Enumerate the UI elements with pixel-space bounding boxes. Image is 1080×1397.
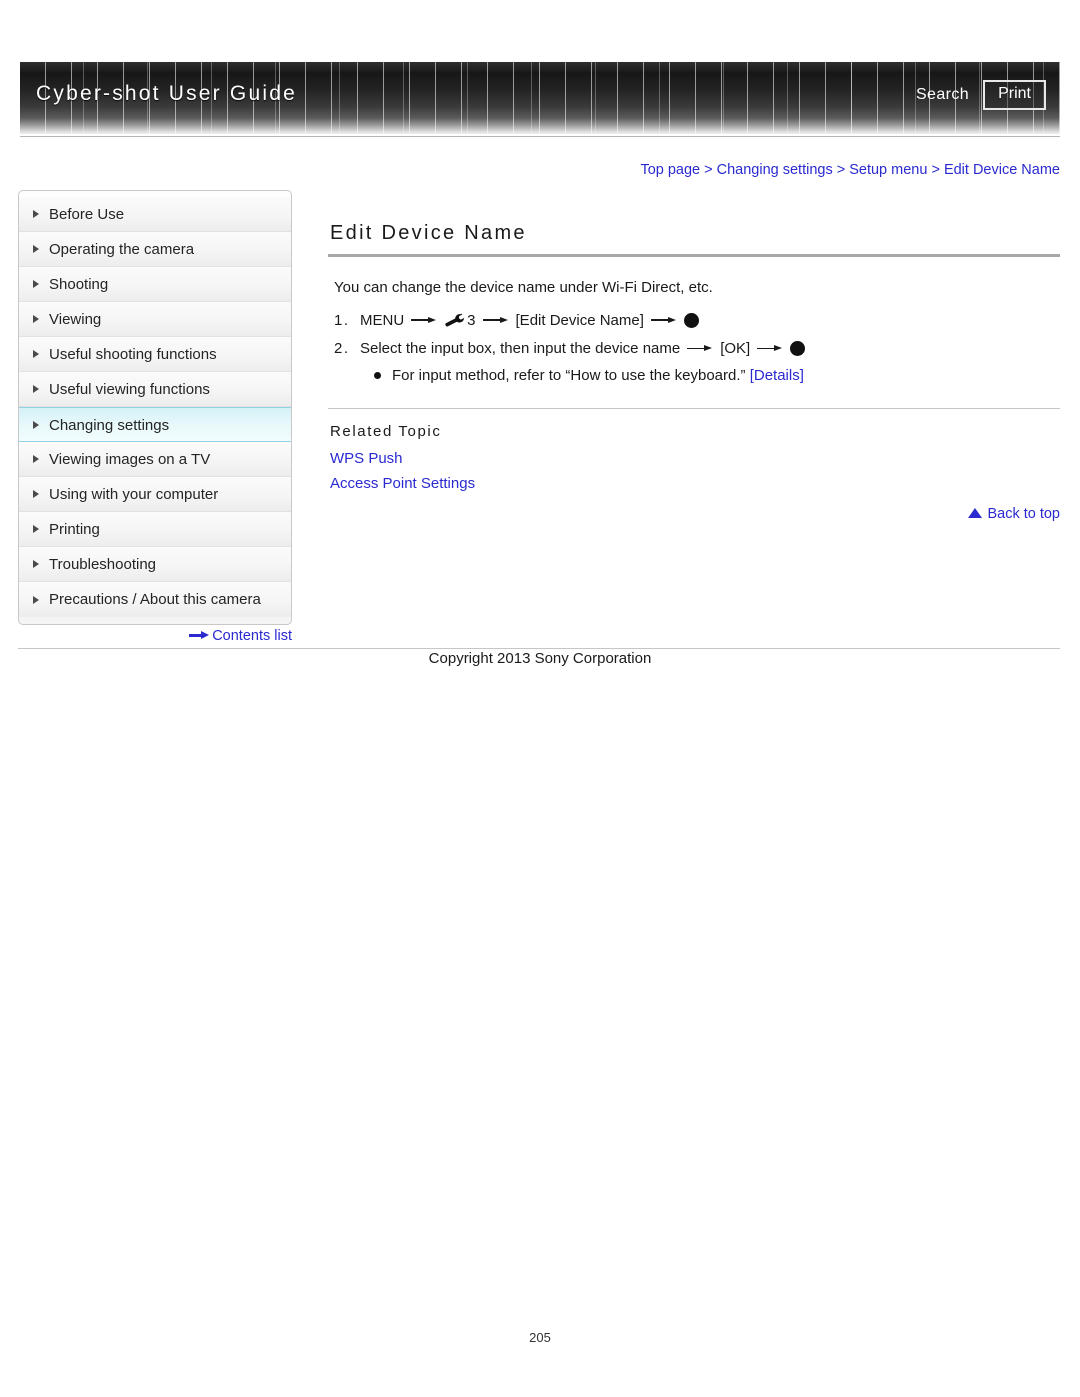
arrow-right-icon — [482, 315, 509, 325]
sidebar-item-troubleshooting[interactable]: Troubleshooting — [19, 547, 291, 582]
header-actions: Search Print — [914, 80, 1046, 110]
chevron-right-icon — [33, 525, 39, 533]
sidebar-item-viewing[interactable]: Viewing — [19, 302, 291, 337]
arrow-right-icon — [687, 344, 713, 354]
intro-text: You can change the device name under Wi-… — [334, 279, 713, 296]
related-link-wps-push[interactable]: WPS Push — [330, 450, 1060, 467]
sidebar-item-viewing-images-on-a-tv[interactable]: Viewing images on a TV — [19, 442, 291, 477]
chevron-right-icon — [33, 280, 39, 288]
contents-list-label: Contents list — [212, 628, 292, 644]
sidebar-item-label: Troubleshooting — [49, 556, 157, 573]
chevron-right-icon — [33, 420, 39, 429]
sidebar-item-printing[interactable]: Printing — [19, 512, 291, 547]
sidebar-item-label: Shooting — [49, 276, 109, 293]
sidebar-item-useful-viewing-functions[interactable]: Useful viewing functions — [19, 372, 291, 407]
center-button-dot-icon — [790, 341, 806, 356]
chevron-right-icon — [33, 490, 39, 498]
chevron-right-icon — [33, 210, 39, 218]
sidebar-item-label: Printing — [49, 521, 100, 538]
step-2-target: [OK] — [720, 340, 751, 357]
footer-divider — [18, 648, 1060, 649]
sidebar-item-label: Using with your computer — [49, 486, 219, 503]
details-link[interactable]: [Details] — [750, 367, 804, 384]
step-1-number: 1. — [334, 311, 350, 329]
copyright-text: Copyright 2013 Sony Corporation — [428, 650, 652, 667]
contents-list-link[interactable]: Contents list — [18, 628, 292, 644]
chevron-right-icon — [33, 385, 39, 393]
arrow-right-icon — [757, 344, 783, 354]
related-topic-heading: Related Topic — [330, 423, 442, 440]
page-number: 205 — [529, 1330, 551, 1345]
step-1-menu-label: MENU — [360, 311, 405, 329]
chevron-right-icon — [33, 560, 39, 568]
center-button-dot-icon — [683, 312, 699, 328]
title-divider — [328, 254, 1060, 257]
back-to-top-label: Back to top — [987, 506, 1060, 522]
sidebar-item-label: Operating the camera — [49, 241, 195, 258]
site-header: Cyber-shot User Guide Search Print — [20, 62, 1060, 140]
sidebar-nav: Before Use Operating the camera Shooting… — [18, 190, 292, 625]
back-to-top-link[interactable]: Back to top — [328, 506, 1060, 522]
sidebar-item-changing-settings[interactable]: Changing settings — [19, 407, 291, 442]
chevron-right-icon — [33, 595, 39, 604]
page-title: Edit Device Name — [330, 222, 527, 244]
sidebar-item-label: Changing settings — [49, 417, 170, 434]
chevron-right-icon — [33, 315, 39, 323]
sidebar-item-label: Useful shooting functions — [49, 346, 217, 363]
sidebar-item-using-with-your-computer[interactable]: Using with your computer — [19, 477, 291, 512]
sub-note-text: For input method, refer to “How to use t… — [392, 367, 746, 384]
main-content: Edit Device Name You can change the devi… — [328, 222, 1060, 522]
print-button[interactable]: Print — [983, 80, 1046, 110]
header-divider — [20, 136, 1060, 137]
related-topic-divider — [328, 408, 1060, 409]
step-2-instruction: Select the input box, then input the dev… — [360, 340, 681, 357]
step-1-target: [Edit Device Name] — [515, 311, 644, 329]
step-2: 2. Select the input box, then input the … — [334, 340, 1060, 357]
chevron-right-icon — [33, 350, 39, 358]
sidebar-item-label: Viewing images on a TV — [49, 451, 211, 468]
sidebar-item-before-use[interactable]: Before Use — [19, 197, 291, 232]
site-title: Cyber-shot User Guide — [36, 82, 297, 105]
wrench-icon — [444, 310, 466, 330]
sidebar-item-label: Viewing — [49, 311, 102, 328]
sidebar-item-useful-shooting-functions[interactable]: Useful shooting functions — [19, 337, 291, 372]
step-2-number: 2. — [334, 340, 350, 357]
breadcrumb-text[interactable]: Top page > Changing settings > Setup men… — [640, 162, 1060, 178]
step-1: 1. MENU 3 [Edit Device Name] — [334, 310, 1060, 330]
sidebar-item-precautions-about-this-camera[interactable]: Precautions / About this camera — [19, 582, 291, 617]
header-bar: Cyber-shot User Guide Search Print — [20, 62, 1060, 134]
arrow-right-icon — [650, 315, 677, 325]
step-1-menu-number: 3 — [467, 311, 476, 329]
sub-note: For input method, refer to “How to use t… — [374, 367, 1060, 384]
sidebar-item-shooting[interactable]: Shooting — [19, 267, 291, 302]
arrow-right-icon — [189, 630, 210, 640]
chevron-right-icon — [33, 455, 39, 463]
sidebar-item-label: Before Use — [49, 206, 125, 223]
sidebar-item-operating-the-camera[interactable]: Operating the camera — [19, 232, 291, 267]
chevron-right-icon — [33, 245, 39, 253]
arrow-right-icon — [411, 315, 437, 325]
triangle-up-icon — [968, 508, 983, 518]
related-link-access-point-settings[interactable]: Access Point Settings — [330, 475, 1060, 492]
sidebar-item-label: Useful viewing functions — [49, 381, 210, 398]
sidebar-item-label: Precautions / About this camera — [49, 591, 261, 608]
breadcrumb: Top page > Changing settings > Setup men… — [0, 162, 1060, 178]
search-button[interactable]: Search — [914, 84, 971, 106]
bullet-dot-icon — [374, 372, 381, 379]
